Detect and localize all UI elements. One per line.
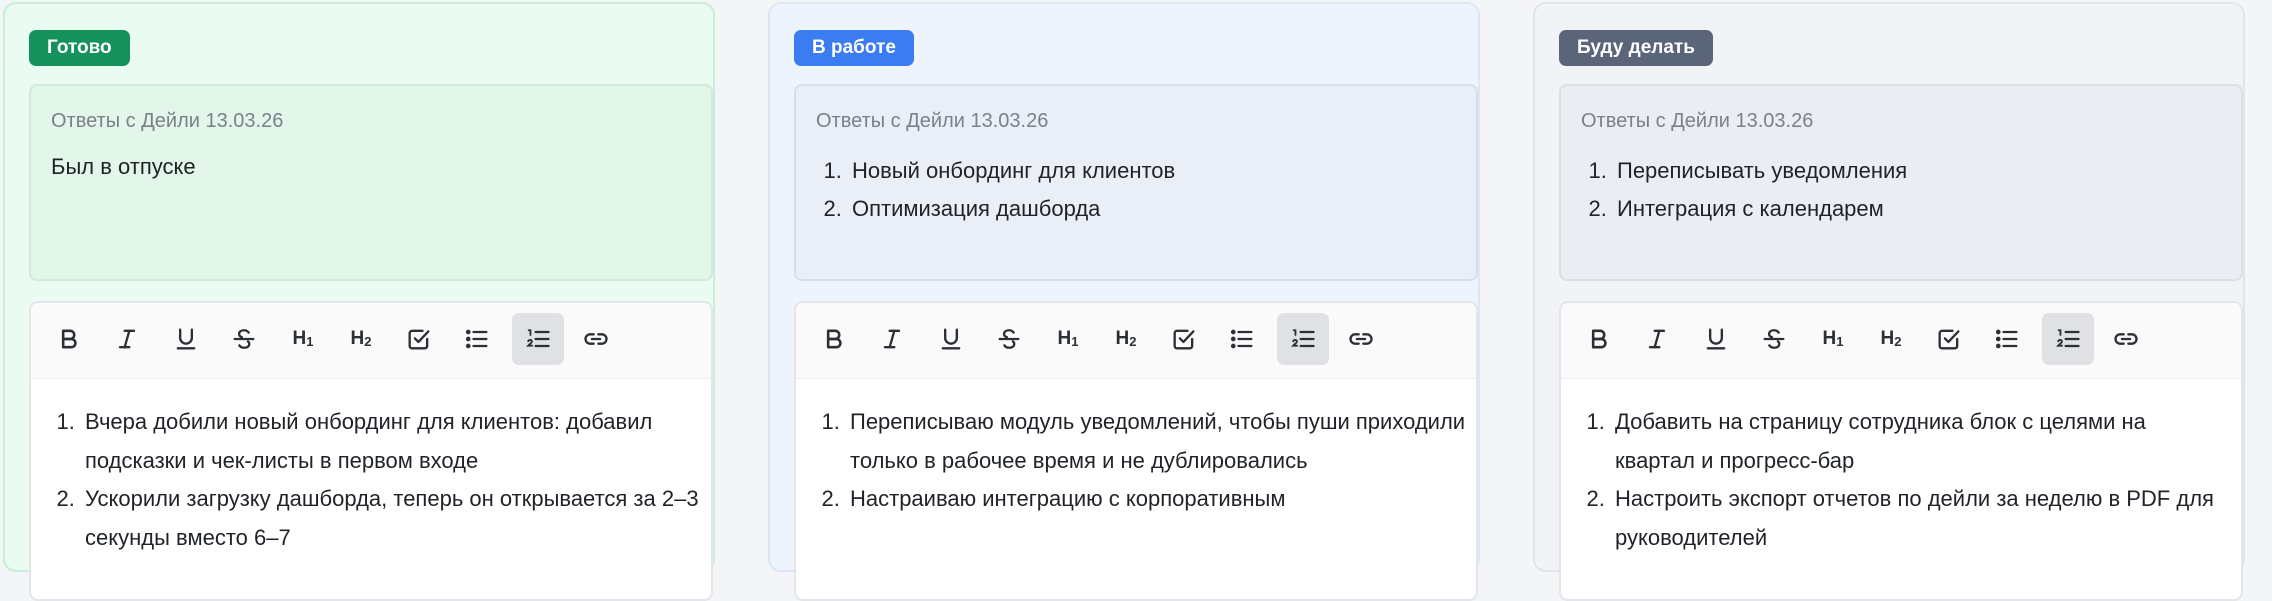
checklist-icon bbox=[1170, 325, 1198, 353]
bullet-list-icon bbox=[1993, 325, 2021, 353]
editor-list-item[interactable]: Переписываю модуль уведомлений, чтобы пу… bbox=[846, 403, 1466, 480]
bold-button[interactable] bbox=[1573, 313, 1625, 365]
checklist-icon bbox=[1935, 325, 1963, 353]
link-button[interactable] bbox=[570, 313, 622, 365]
editor-content[interactable]: Добавить на страницу сотрудника блок с ц… bbox=[1611, 403, 2231, 557]
rich-text-editor[interactable]: H1 H2 Добавить на страницу сотрудника бло… bbox=[1559, 301, 2243, 601]
editor-list-item[interactable]: Настраиваю интеграцию с корпоративным bbox=[846, 480, 1466, 519]
heading-1-button[interactable]: H1 bbox=[1807, 313, 1859, 365]
underline-button[interactable] bbox=[1690, 313, 1742, 365]
bold-button[interactable] bbox=[808, 313, 860, 365]
strikethrough-button[interactable] bbox=[1748, 313, 1800, 365]
italic-button[interactable] bbox=[101, 313, 153, 365]
ordered-list-icon bbox=[2054, 325, 2082, 353]
status-badge: Буду делать bbox=[1559, 30, 1713, 66]
answers-text: Был в отпуске bbox=[51, 154, 196, 179]
editor-list-item[interactable]: Вчера добили новый онбординг для клиенто… bbox=[81, 403, 701, 480]
bullet-list-button[interactable] bbox=[1216, 313, 1268, 365]
status-badge: В работе bbox=[794, 30, 914, 66]
answers-list: Новый онбординг для клиентов Оптимизация… bbox=[848, 152, 1175, 228]
editor-toolbar: H1 H2 bbox=[31, 303, 711, 379]
heading-2-button[interactable]: H2 bbox=[1865, 313, 1917, 365]
underline-icon bbox=[1702, 325, 1730, 353]
strikethrough-icon bbox=[230, 325, 258, 353]
heading-2-icon: H2 bbox=[1880, 328, 1902, 349]
answers-list-item: Интеграция с календарем bbox=[1613, 190, 1907, 228]
bold-icon bbox=[820, 325, 848, 353]
heading-2-button[interactable]: H2 bbox=[335, 313, 387, 365]
daily-answers-card: Ответы с Дейли 13.03.26 Переписывать уве… bbox=[1559, 84, 2243, 281]
editor-content[interactable]: Переписываю модуль уведомлений, чтобы пу… bbox=[846, 403, 1466, 519]
italic-button[interactable] bbox=[1631, 313, 1683, 365]
editor-toolbar: H1 H2 bbox=[796, 303, 1476, 379]
bullet-list-icon bbox=[1228, 325, 1256, 353]
strikethrough-button[interactable] bbox=[983, 313, 1035, 365]
answers-list-item: Переписывать уведомления bbox=[1613, 152, 1907, 190]
ordered-list-button[interactable] bbox=[1277, 313, 1329, 365]
heading-2-icon: H2 bbox=[350, 328, 372, 349]
italic-icon bbox=[878, 325, 906, 353]
heading-2-icon: H2 bbox=[1115, 328, 1137, 349]
strikethrough-button[interactable] bbox=[218, 313, 270, 365]
rich-text-editor[interactable]: H1 H2 Вчера добили новый онбординг для кл… bbox=[29, 301, 713, 601]
italic-icon bbox=[113, 325, 141, 353]
heading-1-button[interactable]: H1 bbox=[1042, 313, 1094, 365]
editor-toolbar: H1 H2 bbox=[1561, 303, 2241, 379]
underline-icon bbox=[937, 325, 965, 353]
answers-list: Переписывать уведомления Интеграция с ка… bbox=[1613, 152, 1907, 228]
answers-title: Ответы с Дейли 13.03.26 bbox=[51, 110, 284, 132]
daily-answers-card: Ответы с Дейли 13.03.26 Новый онбординг … bbox=[794, 84, 1478, 281]
editor-content[interactable]: Вчера добили новый онбординг для клиенто… bbox=[81, 403, 701, 557]
link-button[interactable] bbox=[1335, 313, 1387, 365]
status-badge: Готово bbox=[29, 30, 130, 66]
checklist-button[interactable] bbox=[393, 313, 445, 365]
ordered-list-button[interactable] bbox=[2042, 313, 2094, 365]
rich-text-editor[interactable]: H1 H2 Переписываю модуль уведомлений, что… bbox=[794, 301, 1478, 601]
link-icon bbox=[2112, 325, 2140, 353]
checklist-button[interactable] bbox=[1923, 313, 1975, 365]
ordered-list-button[interactable] bbox=[512, 313, 564, 365]
column-todo: Буду делать Ответы с Дейли 13.03.26 Пере… bbox=[1533, 2, 2245, 601]
answers-list-item: Новый онбординг для клиентов bbox=[848, 152, 1175, 190]
heading-1-icon: H1 bbox=[292, 328, 314, 349]
bold-button[interactable] bbox=[43, 313, 95, 365]
strikethrough-icon bbox=[1760, 325, 1788, 353]
italic-icon bbox=[1643, 325, 1671, 353]
answers-title: Ответы с Дейли 13.03.26 bbox=[1581, 110, 1814, 132]
checklist-icon bbox=[405, 325, 433, 353]
heading-1-icon: H1 bbox=[1057, 328, 1079, 349]
underline-button[interactable] bbox=[925, 313, 977, 365]
column-done: Готово Ответы с Дейли 13.03.26 Был в отп… bbox=[3, 2, 715, 601]
underline-icon bbox=[172, 325, 200, 353]
link-icon bbox=[1347, 325, 1375, 353]
bullet-list-button[interactable] bbox=[451, 313, 503, 365]
editor-list-item[interactable]: Добавить на страницу сотрудника блок с ц… bbox=[1611, 403, 2231, 480]
italic-button[interactable] bbox=[866, 313, 918, 365]
daily-answers-card: Ответы с Дейли 13.03.26 Был в отпуске bbox=[29, 84, 713, 281]
link-icon bbox=[582, 325, 610, 353]
strikethrough-icon bbox=[995, 325, 1023, 353]
bold-icon bbox=[1585, 325, 1613, 353]
editor-list-item[interactable]: Ускорили загрузку дашборда, теперь он от… bbox=[81, 480, 701, 557]
underline-button[interactable] bbox=[160, 313, 212, 365]
checklist-button[interactable] bbox=[1158, 313, 1210, 365]
daily-board: Готово Ответы с Дейли 13.03.26 Был в отп… bbox=[0, 0, 2272, 601]
editor-list-item[interactable]: Настроить экспорт отчетов по дейли за не… bbox=[1611, 480, 2231, 557]
ordered-list-icon bbox=[1289, 325, 1317, 353]
link-button[interactable] bbox=[2100, 313, 2152, 365]
bullet-list-button[interactable] bbox=[1981, 313, 2033, 365]
answers-title: Ответы с Дейли 13.03.26 bbox=[816, 110, 1049, 132]
heading-1-icon: H1 bbox=[1822, 328, 1844, 349]
bullet-list-icon bbox=[463, 325, 491, 353]
column-in-progress: В работе Ответы с Дейли 13.03.26 Новый о… bbox=[768, 2, 1480, 601]
ordered-list-icon bbox=[524, 325, 552, 353]
answers-list-item: Оптимизация дашборда bbox=[848, 190, 1175, 228]
heading-2-button[interactable]: H2 bbox=[1100, 313, 1152, 365]
heading-1-button[interactable]: H1 bbox=[277, 313, 329, 365]
bold-icon bbox=[55, 325, 83, 353]
